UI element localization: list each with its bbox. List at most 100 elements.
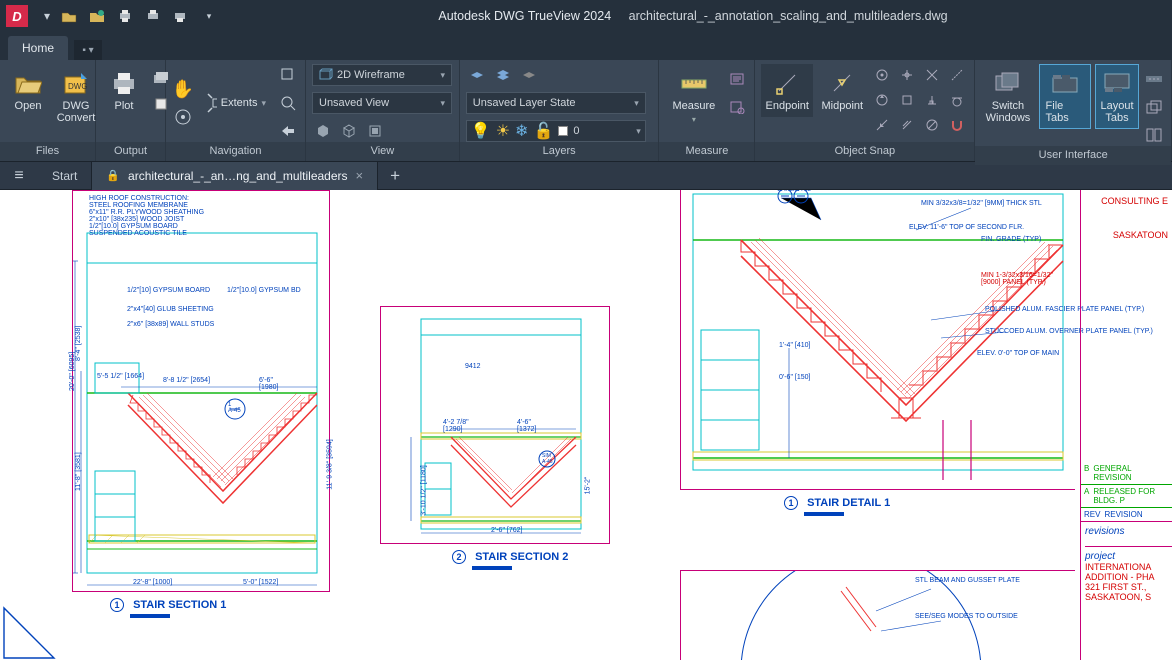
pan-icon[interactable]: ✋ [172, 78, 194, 100]
chevron-down-icon: ▾ [636, 126, 641, 137]
drawing-title-2: 2 STAIR SECTION 2 [452, 550, 568, 570]
snap-quadrant-icon[interactable] [871, 89, 893, 111]
cascade-icon[interactable] [1143, 96, 1165, 118]
drawing-canvas[interactable]: HIGH ROOF CONSTRUCTION:STEEL ROOFING MEM… [0, 190, 1172, 660]
switch-windows-button[interactable]: Switch Windows [981, 64, 1034, 129]
dwg-convert-icon[interactable] [86, 5, 108, 27]
revisions-label: revisions [1081, 522, 1172, 541]
title-text: STAIR SECTION 1 [133, 599, 226, 611]
new-tab-button[interactable]: + [378, 166, 412, 186]
sheet-partial-bottom: STL BEAM AND GUSSET PLATE SEE/SEG MODES … [680, 570, 1075, 660]
color-swatch [558, 126, 568, 136]
annotation: MIN 3/32x3/8=1/32" [9MM] THICK STL [921, 200, 1042, 207]
dim: 5'-5 1/2" [1664] [97, 373, 144, 380]
sun-icon: ☀ [496, 121, 510, 141]
panel-view-title: View [306, 142, 459, 161]
sheet-stair-detail: CARLIN F/A-15 MIN 3/32x3/8=1/32" [9MM] T… [680, 190, 1075, 490]
extents-button[interactable]: Extents ▾ [198, 86, 273, 120]
panel-layers-title: Layers [460, 142, 659, 161]
endpoint-icon [773, 69, 801, 97]
midpoint-button[interactable]: Midpoint [817, 64, 867, 117]
tab-start[interactable]: Start [38, 162, 92, 190]
chevron-down-icon: ▾ [692, 115, 696, 124]
file-tabs-button[interactable]: File Tabs [1039, 64, 1091, 129]
print3-icon[interactable] [170, 5, 192, 27]
layer-dropdown[interactable]: 💡 ☀ ❄ 🔓 0 ▾ [466, 120, 646, 142]
dim: 11'-8" [3581] [75, 452, 82, 491]
qat-caret-icon[interactable]: ▾ [198, 5, 220, 27]
annotation: 1/2"[10.0] GYPSUM BD [227, 287, 301, 294]
saved-view-value: Unsaved View [319, 97, 389, 109]
print2-icon[interactable] [142, 5, 164, 27]
snap-intersection-icon[interactable] [921, 64, 943, 86]
lock-icon: 🔒 [106, 169, 120, 182]
snap-none-icon[interactable] [921, 114, 943, 136]
layer-iso-icon[interactable] [466, 64, 488, 86]
panel-files: Open DWG DWG Convert Files [0, 60, 96, 161]
snap-insert-icon[interactable] [896, 89, 918, 111]
layer-uniso-icon[interactable] [492, 64, 514, 86]
open-button[interactable]: Open [6, 64, 50, 117]
snap-center-icon[interactable] [871, 64, 893, 86]
panel-measure: Measure ▾ Measure [659, 60, 755, 161]
orbit-icon[interactable] [172, 106, 194, 128]
panel-osnap-title: Object Snap [755, 142, 974, 161]
rev-header: REV REVISION [1081, 508, 1172, 522]
tile-icon[interactable] [1143, 124, 1165, 146]
measure-button[interactable]: Measure ▾ [665, 64, 722, 129]
tab-active-document[interactable]: 🔒 architectural_-_an…ng_and_multileaders… [92, 162, 378, 190]
page-corner-marker [2, 600, 62, 660]
snap-magnet-icon[interactable] [946, 114, 968, 136]
snap-tangent-icon[interactable] [946, 89, 968, 111]
toolbars-icon[interactable] [1143, 68, 1165, 90]
app-menu-caret-icon[interactable]: ▾ [36, 5, 58, 27]
id-point-icon[interactable] [726, 96, 748, 118]
section-ref: 1A-45 [228, 402, 241, 414]
zoom-window-icon[interactable] [277, 64, 299, 86]
saved-view-dropdown[interactable]: Unsaved View ▾ [312, 92, 452, 114]
wireframe-icon [319, 68, 333, 82]
plot-button[interactable]: Plot [102, 64, 146, 117]
printer-icon [110, 69, 138, 97]
title-underline [804, 512, 844, 516]
dwg-convert-icon: DWG [62, 69, 90, 97]
snap-nearest-icon[interactable] [871, 114, 893, 136]
visual-style-dropdown[interactable]: 2D Wireframe ▾ [312, 64, 452, 86]
view-cube-icon[interactable] [312, 120, 334, 142]
dwg-convert-button[interactable]: DWG DWG Convert [54, 64, 98, 129]
hamburger-icon[interactable]: ≡ [0, 162, 38, 190]
layout-tabs-button[interactable]: Layout Tabs [1095, 64, 1139, 129]
dim: 15'-2" [584, 477, 591, 495]
proj-line: INTERNATIONA [1085, 562, 1172, 572]
app-logo-icon: D [6, 5, 28, 27]
list-icon[interactable] [726, 68, 748, 90]
tab-overflow-icon[interactable]: ▪ ▾ [74, 40, 102, 60]
endpoint-label: Endpoint [766, 100, 809, 112]
annotation: FIN. GRADE (TYP) [981, 236, 1041, 243]
open-icon[interactable] [58, 5, 80, 27]
callout: F/A-15 [793, 190, 811, 193]
snap-parallel-icon[interactable] [896, 114, 918, 136]
title-underline [130, 614, 170, 618]
close-icon[interactable]: × [356, 168, 364, 183]
endpoint-button[interactable]: Endpoint [761, 64, 813, 117]
print-icon[interactable] [114, 5, 136, 27]
view-iso-icon[interactable] [338, 120, 360, 142]
zoom-realtime-icon[interactable] [277, 92, 299, 114]
view-manager-icon[interactable] [364, 120, 386, 142]
tab-home[interactable]: Home [8, 36, 68, 60]
dwg-convert-label: DWG Convert [57, 100, 96, 124]
layer-state-dropdown[interactable]: Unsaved Layer State ▾ [466, 92, 646, 114]
dim: 6'-6"[1980] [259, 377, 278, 391]
chevron-down-icon: ▾ [634, 98, 639, 109]
title-bar: D ▾ ▾ Autodesk DWG TrueView 2024 archite… [0, 0, 1172, 32]
snap-extension-icon[interactable] [946, 64, 968, 86]
snap-perp-icon[interactable] [921, 89, 943, 111]
menu-strip: Home ▪ ▾ [0, 32, 1172, 60]
layer-off-icon[interactable] [518, 64, 540, 86]
title-number: 2 [452, 550, 466, 564]
snap-node-icon[interactable] [896, 64, 918, 86]
zoom-prev-icon[interactable] [277, 120, 299, 142]
title-text: STAIR SECTION 2 [475, 551, 568, 563]
rev-row-a: A RELEASED FOR BLDG. P [1081, 485, 1172, 508]
